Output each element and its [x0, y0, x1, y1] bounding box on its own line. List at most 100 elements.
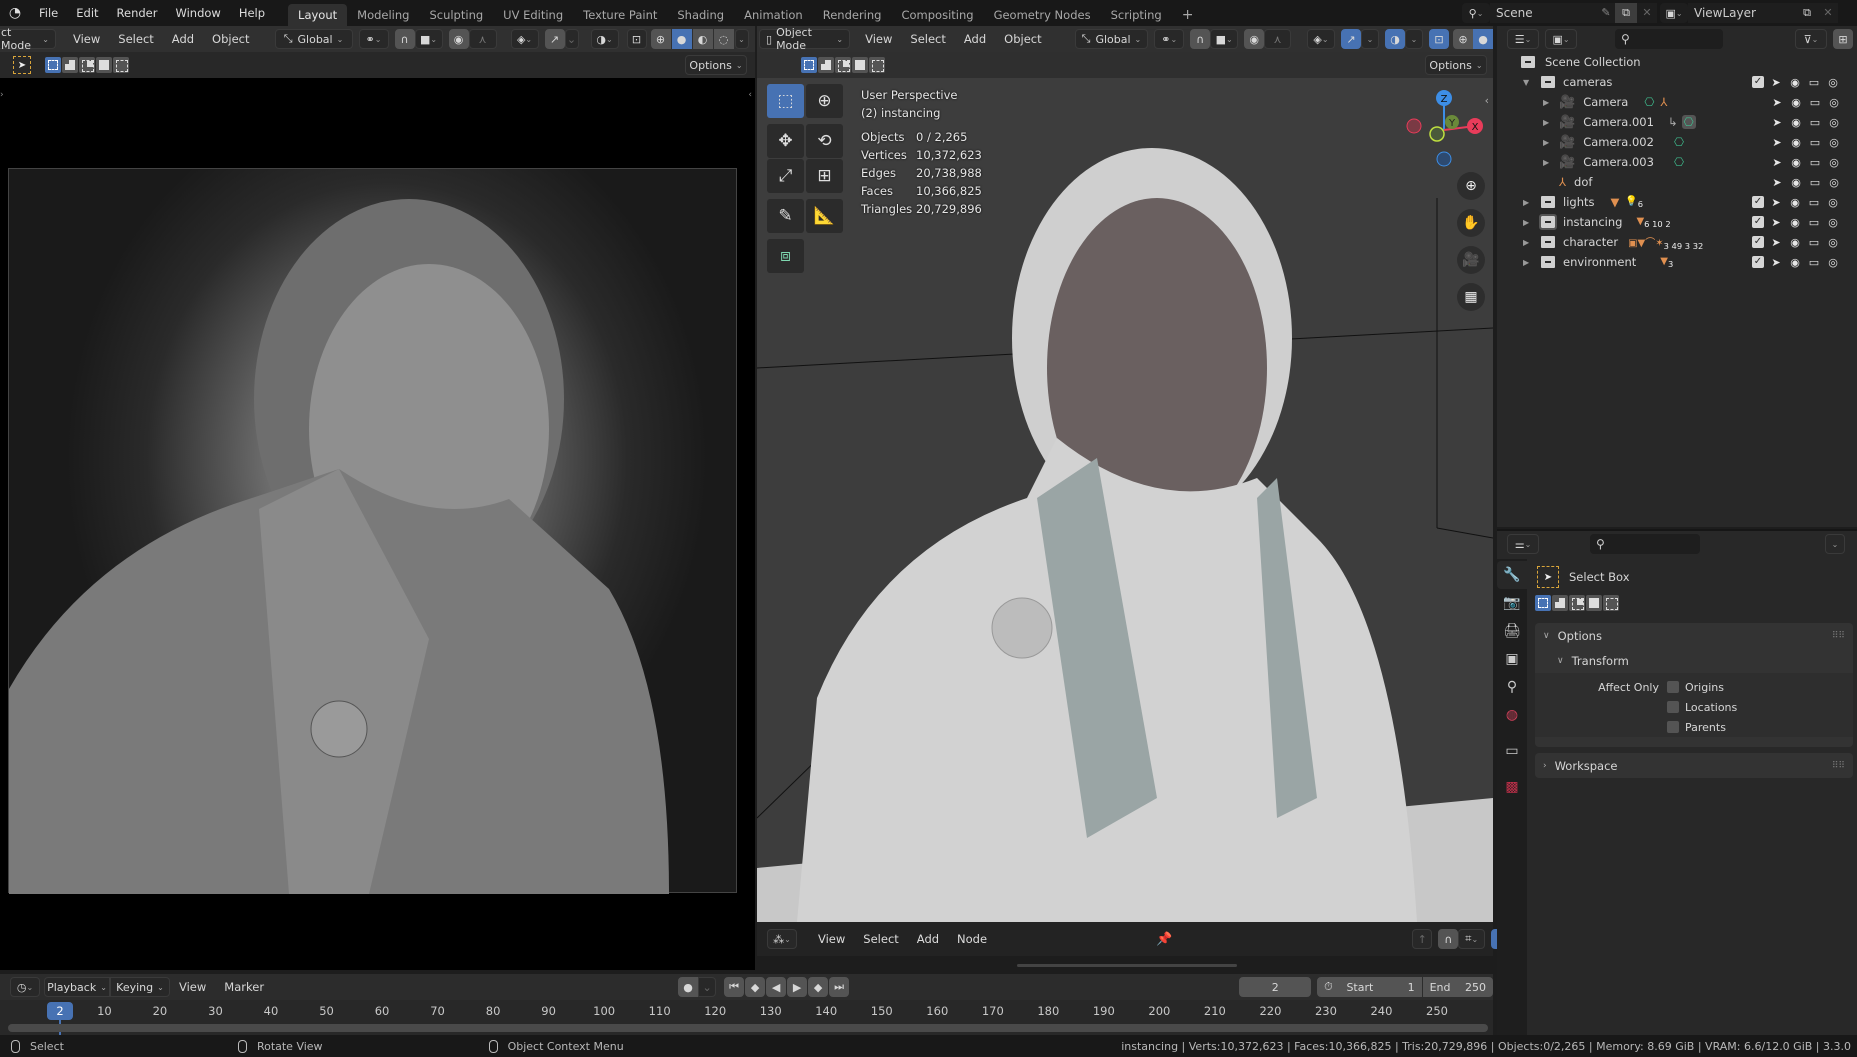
camera-view-icon[interactable]: 🎥 — [1457, 246, 1485, 274]
exclude-checkbox[interactable]: ✓ — [1752, 216, 1764, 228]
node-menu-node[interactable]: Node — [948, 932, 996, 946]
viewport-gizmo-toggle[interactable]: ↗ — [1341, 29, 1361, 49]
monitor-icon[interactable]: ▭ — [1807, 76, 1821, 89]
tab-texture-paint[interactable]: Texture Paint — [573, 4, 667, 26]
node-menu-add[interactable]: Add — [908, 932, 948, 946]
vp-mode-intersect-button[interactable] — [869, 57, 885, 73]
viewport-wireframe-button[interactable]: ⊕ — [1453, 29, 1473, 49]
timeline-menu-view[interactable]: View — [170, 980, 215, 994]
select-arrow-icon[interactable]: ➤ — [1770, 176, 1784, 189]
view-layer-name-field[interactable]: ViewLayer — [1688, 3, 1796, 23]
play-button[interactable]: ▶ — [787, 977, 808, 997]
output-tab[interactable]: 🖨 — [1497, 617, 1527, 645]
pin-icon[interactable]: 📌 — [1156, 932, 1172, 947]
eye-icon[interactable]: ◉ — [1789, 136, 1803, 149]
viewport-gizmo-dropdown[interactable]: ⌄ — [1361, 29, 1379, 49]
vp-mode-invert-button[interactable] — [852, 57, 868, 73]
neg-x-axis-handle[interactable] — [1406, 118, 1422, 134]
eye-icon[interactable]: ◉ — [1788, 196, 1802, 209]
monitor-icon[interactable]: ▭ — [1808, 176, 1822, 189]
tab-compositing[interactable]: Compositing — [891, 4, 983, 26]
rendered-shading-button[interactable]: ◌ — [713, 29, 734, 49]
drag-handle-icon[interactable]: ⠿⠿ — [1832, 761, 1845, 771]
scene-icon[interactable]: ⚲ ⌄ — [1462, 3, 1490, 23]
object-visibility-dropdown[interactable]: ◈ ⌄ — [510, 29, 539, 49]
camera-render-icon[interactable]: ◎ — [1827, 96, 1841, 109]
end-frame-field[interactable]: End 250 — [1422, 977, 1493, 997]
vp-mode-subtract-button[interactable] — [835, 57, 851, 73]
parent-node-tree-button[interactable]: ↑ — [1412, 929, 1433, 949]
record-button[interactable]: ● — [678, 977, 699, 997]
expand-arrow-icon[interactable]: ▶ — [1523, 198, 1529, 207]
add-cube-tool-button[interactable]: ⧈ — [767, 239, 804, 273]
annotate-tool-button[interactable]: ✎ — [767, 199, 804, 233]
transform-subpanel-header[interactable]: ∨ Transform — [1535, 648, 1853, 673]
camera-render-icon[interactable]: ◎ — [1827, 116, 1841, 129]
outliner-row-cameras[interactable]: ▼ cameras ✓ ➤ ◉ ▭ ◎ — [1497, 72, 1857, 92]
expand-arrow-icon[interactable]: ▶ — [1523, 238, 1529, 247]
proportional-edit-toggle[interactable]: ◉ — [448, 29, 469, 49]
jump-start-button[interactable]: ⏮ — [724, 977, 745, 997]
overlays-toggle[interactable]: ◑ ⌄ — [590, 29, 619, 49]
outliner-row-character[interactable]: ▶ character ▣▼⌒✶3 49 3 32 ✓ ➤ ◉ ▭ ◎ — [1497, 232, 1857, 252]
display-mode-dropdown[interactable]: ☰ ⌄ — [1507, 29, 1539, 49]
camera-render-icon[interactable]: ◎ — [1826, 196, 1840, 209]
mode-new-button[interactable] — [45, 57, 61, 73]
expand-sidebar-icon[interactable]: ‹ — [748, 90, 752, 100]
tab-layout[interactable]: Layout — [288, 4, 348, 26]
editor-type-dropdown[interactable]: ⁂ ⌄ — [767, 929, 797, 949]
expand-arrow-icon[interactable]: ▼ — [1523, 78, 1529, 87]
parents-checkbox[interactable] — [1667, 721, 1679, 733]
world-tab[interactable]: ◍ — [1497, 701, 1527, 729]
select-arrow-icon[interactable]: ➤ — [1769, 236, 1783, 249]
snap-toggle[interactable]: ∩ — [394, 29, 415, 49]
vp-mode-extend-button[interactable] — [818, 57, 834, 73]
select-arrow-icon[interactable]: ➤ — [1769, 76, 1783, 89]
tab-scripting[interactable]: Scripting — [1101, 4, 1172, 26]
locations-checkbox[interactable] — [1667, 701, 1679, 713]
collection-tab[interactable]: ▭ — [1497, 737, 1527, 765]
viewport-snap-toggle[interactable]: ∩ — [1190, 29, 1211, 49]
workspace-panel-header[interactable]: › Workspace ⠿⠿ — [1535, 753, 1853, 778]
pan-hand-icon[interactable]: ✋ — [1457, 209, 1485, 237]
neg-z-axis-handle[interactable] — [1436, 151, 1452, 167]
drag-handle-icon[interactable]: ⠿⠿ — [1832, 631, 1845, 641]
mode-intersect-button[interactable] — [113, 57, 129, 73]
viewport-overlays-dropdown[interactable]: ⌄ — [1405, 29, 1423, 49]
texture-tab[interactable]: ▩ — [1497, 773, 1527, 801]
camera-render-icon[interactable]: ◎ — [1826, 236, 1840, 249]
node-menu-view[interactable]: View — [809, 932, 854, 946]
delete-view-layer-icon[interactable]: ✕ — [1818, 3, 1838, 23]
new-scene-icon[interactable]: ⧉ — [1615, 3, 1637, 23]
outliner-row-lights[interactable]: ▶ lights ▼ 💡6 ✓ ➤ ◉ ▭ ◎ — [1497, 192, 1857, 212]
timeline-menu-marker[interactable]: Marker — [215, 980, 273, 994]
delete-scene-icon[interactable]: ✕ — [1637, 3, 1657, 23]
shading-options-dropdown[interactable]: ⌄ — [734, 29, 749, 49]
props-mode-extend-button[interactable] — [1552, 595, 1568, 611]
view-layer-tab[interactable]: ▣ — [1497, 645, 1527, 673]
locations-label[interactable]: Locations — [1685, 701, 1737, 714]
props-mode-invert-button[interactable] — [1586, 595, 1602, 611]
transform-tool-button[interactable]: ⊞ — [806, 159, 843, 193]
eye-icon[interactable]: ◉ — [1788, 76, 1802, 89]
keying-dropdown[interactable]: Keying ⌄ — [110, 977, 170, 997]
mode-subtract-button[interactable] — [79, 57, 95, 73]
timeline-scrollbar[interactable] — [8, 1024, 1488, 1032]
options-panel-header[interactable]: ∨ Options ⠿⠿ — [1535, 623, 1853, 648]
viewport-falloff-dropdown[interactable]: ⋏ — [1264, 29, 1291, 49]
viewport-menu-select[interactable]: Select — [901, 32, 954, 46]
viewport-snap-element-dropdown[interactable]: ■ ⌄ — [1210, 29, 1239, 49]
solid-shading-button[interactable]: ● — [671, 29, 692, 49]
props-mode-intersect-button[interactable] — [1603, 595, 1619, 611]
monitor-icon[interactable]: ▭ — [1808, 96, 1822, 109]
viewport-menu-view[interactable]: View — [856, 32, 901, 46]
exclude-checkbox[interactable]: ✓ — [1752, 76, 1764, 88]
origins-checkbox[interactable] — [1667, 681, 1679, 693]
parents-label[interactable]: Parents — [1685, 721, 1726, 734]
outliner-row-camera-003[interactable]: ▶ 🎥 Camera.003 ⎔ ➤ ◉ ▭ ◎ — [1497, 152, 1857, 172]
render-tab[interactable]: 📷 — [1497, 589, 1527, 617]
move-tool-button[interactable]: ✥ — [767, 124, 804, 158]
material-shading-button[interactable]: ◐ — [692, 29, 713, 49]
select-box-tool-icon[interactable]: ➤ — [13, 56, 31, 74]
image-editor-canvas[interactable]: › ‹ — [0, 78, 755, 970]
